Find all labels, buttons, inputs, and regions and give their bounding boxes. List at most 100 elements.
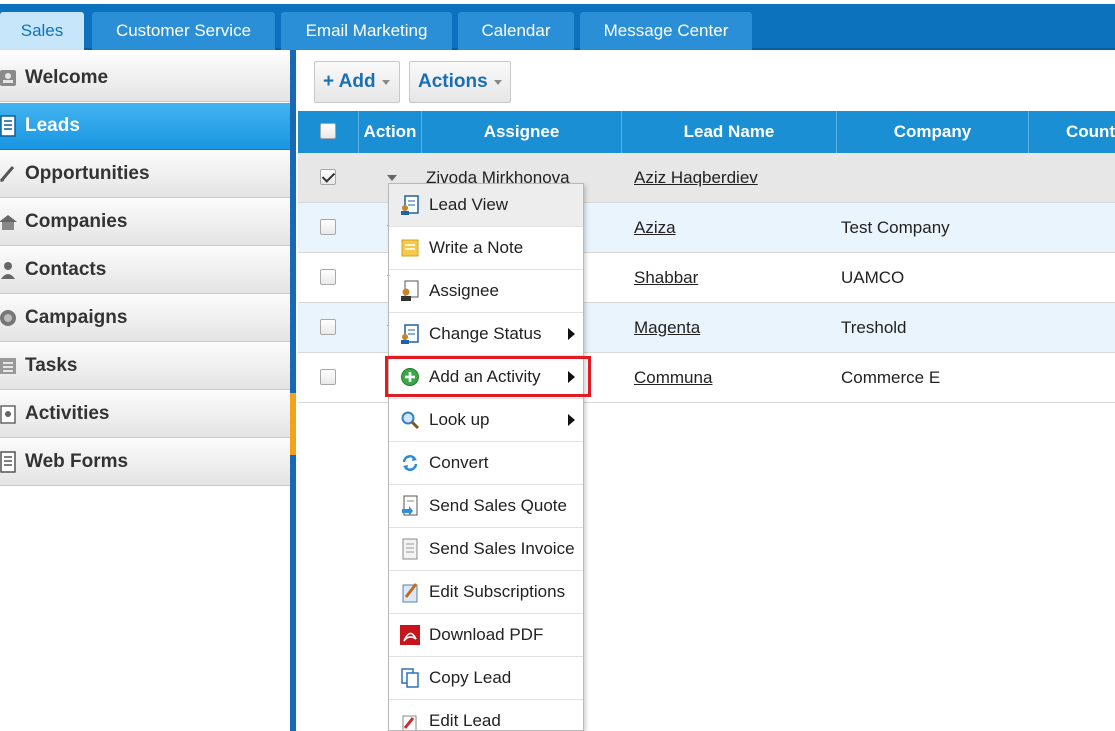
- companies-icon: [0, 210, 20, 234]
- activities-icon: [0, 402, 20, 426]
- menu-item-copy-lead[interactable]: Copy Lead: [389, 657, 583, 700]
- menu-item-send-sales-quote[interactable]: Send Sales Quote: [389, 485, 583, 528]
- menu-item-label: Look up: [429, 410, 490, 429]
- menu-item-label: Assignee: [429, 281, 499, 300]
- lead-name-link[interactable]: Shabbar: [634, 253, 698, 303]
- menu-item-label: Convert: [429, 453, 489, 472]
- menu-item-change-status[interactable]: Change Status: [389, 313, 583, 356]
- look-up-icon: [399, 409, 421, 431]
- menu-item-label: Write a Note: [429, 238, 524, 257]
- contacts-icon: [0, 258, 20, 282]
- sidebar-item-leads[interactable]: Leads: [0, 102, 290, 150]
- submenu-arrow-icon: [568, 371, 575, 383]
- row-action-caret-icon[interactable]: [387, 175, 397, 181]
- sidebar-item-label: Contacts: [25, 259, 107, 280]
- column-header-country[interactable]: Count: [1029, 111, 1115, 153]
- sidebar-nav: Welcome Leads Opportunities Companies Co…: [0, 50, 290, 731]
- company-cell: UAMCO: [841, 268, 905, 287]
- leads-icon: [0, 114, 20, 138]
- menu-item-lead-view[interactable]: Lead View: [389, 184, 583, 227]
- row-checkbox[interactable]: [320, 219, 336, 235]
- row-checkbox[interactable]: [320, 319, 336, 335]
- lead-name-link[interactable]: Communa: [634, 353, 712, 403]
- menu-item-send-sales-invoice[interactable]: Send Sales Invoice: [389, 528, 583, 571]
- pdf-icon: [399, 624, 421, 646]
- sidebar-item-welcome[interactable]: Welcome: [0, 54, 290, 102]
- note-icon: [399, 237, 421, 259]
- tab-customer-service[interactable]: Customer Service: [92, 12, 275, 50]
- menu-item-edit-lead[interactable]: Edit Lead: [389, 700, 583, 730]
- opportunities-icon: [0, 162, 20, 186]
- company-cell: Test Company: [841, 218, 950, 237]
- menu-item-convert[interactable]: Convert: [389, 442, 583, 485]
- sidebar-item-label: Activities: [25, 403, 110, 424]
- select-all-cell: [298, 111, 359, 153]
- tab-calendar[interactable]: Calendar: [458, 12, 574, 50]
- menu-item-label: Copy Lead: [429, 668, 512, 687]
- chevron-down-icon: [493, 79, 502, 85]
- row-checkbox[interactable]: [320, 269, 336, 285]
- add-button-label: + Add: [323, 71, 376, 92]
- sidebar-item-activities[interactable]: Activities: [0, 390, 290, 438]
- tab-email-marketing[interactable]: Email Marketing: [281, 12, 452, 50]
- menu-item-label: Lead View: [429, 195, 509, 214]
- lead-name-link[interactable]: Magenta: [634, 303, 700, 353]
- sidebar-item-label: Tasks: [25, 355, 78, 376]
- sidebar-splitter[interactable]: [290, 50, 296, 731]
- menu-item-add-activity[interactable]: Add an Activity: [389, 356, 583, 399]
- column-header-action[interactable]: Action: [359, 111, 422, 153]
- sidebar-item-companies[interactable]: Companies: [0, 198, 290, 246]
- add-button[interactable]: + Add: [314, 61, 400, 103]
- company-cell: Treshold: [841, 318, 907, 337]
- sidebar-collapse-handle[interactable]: [290, 393, 296, 455]
- welcome-icon: [0, 66, 20, 90]
- change-status-icon: [399, 323, 421, 345]
- sidebar-item-label: Opportunities: [25, 163, 150, 184]
- row-checkbox[interactable]: [320, 369, 336, 385]
- lead-name-link[interactable]: Aziza: [634, 203, 676, 253]
- sales-invoice-icon: [399, 538, 421, 560]
- submenu-arrow-icon: [568, 414, 575, 426]
- menu-item-download-pdf[interactable]: Download PDF: [389, 614, 583, 657]
- top-tab-bar: Sales Customer Service Email Marketing C…: [0, 0, 1115, 50]
- row-checkbox[interactable]: [320, 169, 336, 185]
- copy-icon: [399, 667, 421, 689]
- menu-item-look-up[interactable]: Look up: [389, 399, 583, 442]
- assignee-icon: [399, 280, 421, 302]
- edit-subscriptions-icon: [399, 581, 421, 603]
- submenu-arrow-icon: [568, 328, 575, 340]
- menu-item-write-note[interactable]: Write a Note: [389, 227, 583, 270]
- actions-button-label: Actions: [418, 71, 488, 92]
- sidebar-item-label: Campaigns: [25, 307, 128, 328]
- select-all-checkbox[interactable]: [320, 123, 336, 139]
- lead-view-icon: [399, 194, 421, 216]
- menu-item-label: Add an Activity: [429, 367, 541, 386]
- menu-item-label: Send Sales Quote: [429, 496, 567, 515]
- menu-item-edit-subscriptions[interactable]: Edit Subscriptions: [389, 571, 583, 614]
- sidebar-item-web-forms[interactable]: Web Forms: [0, 438, 290, 486]
- campaigns-icon: [0, 306, 20, 330]
- column-header-company[interactable]: Company: [837, 111, 1029, 153]
- row-action-menu: Lead View Write a Note Assignee Change S…: [388, 183, 584, 731]
- chevron-down-icon: [381, 79, 390, 85]
- sales-quote-icon: [399, 495, 421, 517]
- sidebar-item-label: Companies: [25, 211, 128, 232]
- actions-button[interactable]: Actions: [409, 61, 511, 103]
- sidebar-item-opportunities[interactable]: Opportunities: [0, 150, 290, 198]
- column-header-lead-name[interactable]: Lead Name: [622, 111, 837, 153]
- sidebar-item-campaigns[interactable]: Campaigns: [0, 294, 290, 342]
- web-forms-icon: [0, 450, 20, 474]
- convert-icon: [399, 452, 421, 474]
- menu-item-label: Download PDF: [429, 625, 544, 644]
- lead-name-link[interactable]: Aziz Haqberdiev: [634, 153, 758, 203]
- sidebar-item-contacts[interactable]: Contacts: [0, 246, 290, 294]
- sidebar-item-tasks[interactable]: Tasks: [0, 342, 290, 390]
- tab-message-center[interactable]: Message Center: [580, 12, 752, 50]
- grid-header: Action Assignee Lead Name Company Count: [298, 111, 1115, 153]
- tab-sales[interactable]: Sales: [0, 12, 84, 50]
- sidebar-item-label: Web Forms: [25, 451, 129, 472]
- company-cell: Commerce E: [841, 368, 941, 387]
- column-header-assignee[interactable]: Assignee: [422, 111, 622, 153]
- menu-item-assignee[interactable]: Assignee: [389, 270, 583, 313]
- edit-icon: [399, 710, 421, 730]
